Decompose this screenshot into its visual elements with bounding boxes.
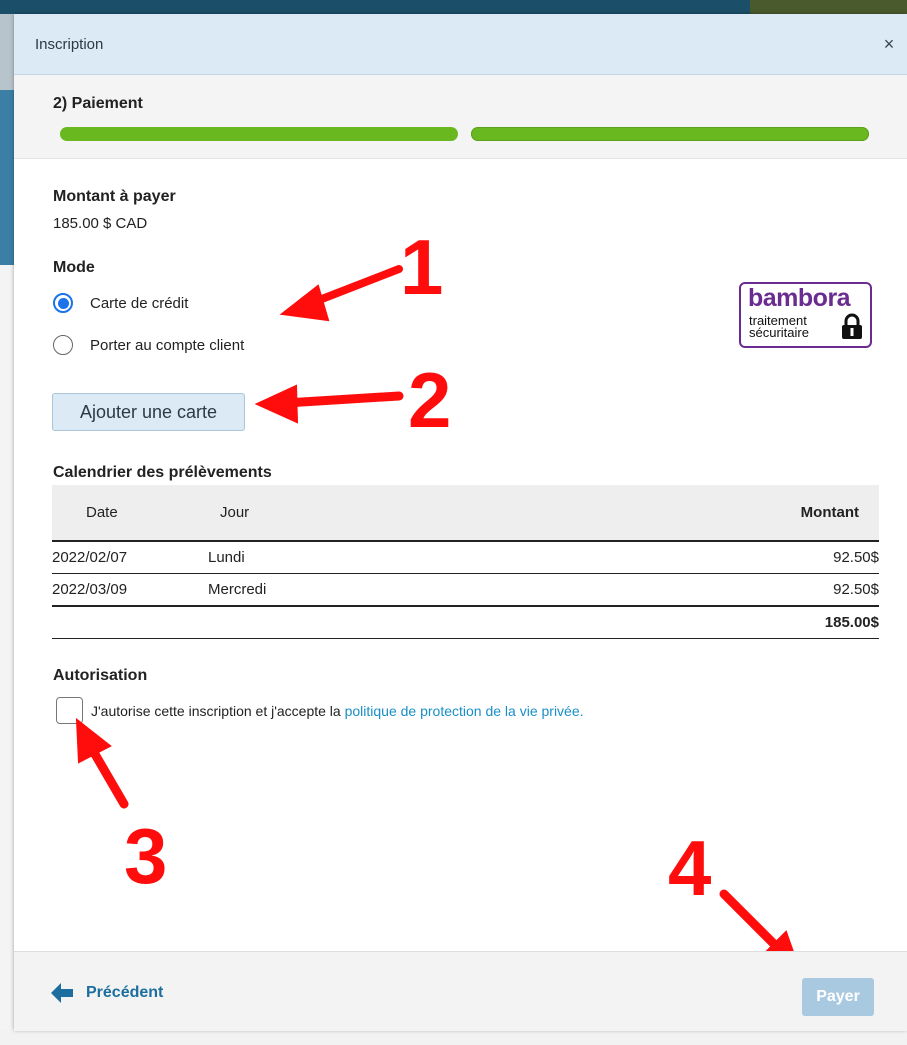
radio-option-client-account[interactable]: Porter au compte client xyxy=(53,332,244,358)
credit-card-radio[interactable] xyxy=(53,293,73,313)
pay-button[interactable]: Payer xyxy=(802,978,874,1016)
background-banner xyxy=(0,90,14,265)
total-empty-2 xyxy=(208,605,472,639)
annotation-number-4: 4 xyxy=(668,824,712,912)
row-day: Lundi xyxy=(208,541,472,574)
amount-value: 185.00 $ CAD xyxy=(53,215,148,232)
progress-segment-2 xyxy=(471,127,869,141)
close-icon[interactable]: × xyxy=(879,34,899,54)
annotation-arrow-4 xyxy=(719,889,784,954)
authorization-text: J'autorise cette inscription et j'accept… xyxy=(91,703,341,719)
modal-header: Inscription × xyxy=(14,14,907,75)
background-bottom xyxy=(0,1030,907,1045)
previous-button[interactable]: Précédent xyxy=(50,978,163,1008)
header-day: Jour xyxy=(208,485,472,542)
annotation-number-3: 3 xyxy=(124,812,168,900)
row-amount: 92.50$ xyxy=(471,541,879,574)
header-amount: Montant xyxy=(471,485,879,542)
row-date: 2022/02/07 xyxy=(52,541,208,574)
amount-label: Montant à payer xyxy=(53,188,176,205)
authorization-text-wrap: J'autorise cette inscription et j'accept… xyxy=(91,703,584,719)
table-row: 2022/02/07 Lundi 92.50$ xyxy=(52,541,879,574)
payment-schedule-table: Date Jour Montant 2022/02/07 Lundi 92.50… xyxy=(52,485,879,639)
annotation-arrow-1 xyxy=(305,265,403,308)
arrow-left-icon xyxy=(51,983,73,1003)
bambora-line2: sécuritaire xyxy=(749,325,809,340)
annotation-arrow-3 xyxy=(87,744,129,809)
authorization-label: Autorisation xyxy=(53,667,148,684)
radio-option-credit-card[interactable]: Carte de crédit xyxy=(53,290,188,316)
client-account-radio[interactable] xyxy=(53,335,73,355)
table-total-row: 185.00$ xyxy=(52,605,879,639)
schedule-label: Calendrier des prélèvements xyxy=(53,464,272,481)
background-header-right xyxy=(750,0,907,14)
lock-icon xyxy=(842,313,862,339)
annotation-arrow-2 xyxy=(281,391,404,408)
client-account-label[interactable]: Porter au compte client xyxy=(90,337,244,354)
bambora-secure-badge: bambora traitement sécuritaire xyxy=(739,282,872,348)
add-card-button[interactable]: Ajouter une carte xyxy=(52,393,245,431)
credit-card-label[interactable]: Carte de crédit xyxy=(90,295,188,312)
background-content xyxy=(0,265,14,1045)
modal-footer: Précédent Payer xyxy=(14,951,907,1031)
table-row: 2022/03/09 Mercredi 92.50$ xyxy=(52,573,879,607)
mode-label: Mode xyxy=(53,259,95,276)
registration-modal: Inscription × 2) Paiement Montant à paye… xyxy=(14,14,907,1031)
progress-segment-1 xyxy=(60,127,458,141)
previous-label[interactable]: Précédent xyxy=(86,984,163,1002)
step-title: 2) Paiement xyxy=(53,95,143,112)
bambora-logo-text: bambora xyxy=(748,284,851,312)
step-header: 2) Paiement xyxy=(14,75,907,159)
modal-title: Inscription xyxy=(35,36,104,53)
total-empty-1 xyxy=(52,605,208,639)
annotation-number-2: 2 xyxy=(408,356,452,444)
row-day: Mercredi xyxy=(208,573,472,607)
header-date: Date xyxy=(52,485,208,542)
table-header-row: Date Jour Montant xyxy=(52,485,879,542)
authorization-checkbox[interactable] xyxy=(56,697,83,724)
privacy-policy-link[interactable]: politique de protection de la vie privée… xyxy=(345,703,584,719)
row-amount: 92.50$ xyxy=(471,573,879,607)
total-amount: 185.00$ xyxy=(471,605,879,639)
row-date: 2022/03/09 xyxy=(52,573,208,607)
annotation-number-1: 1 xyxy=(400,223,444,311)
